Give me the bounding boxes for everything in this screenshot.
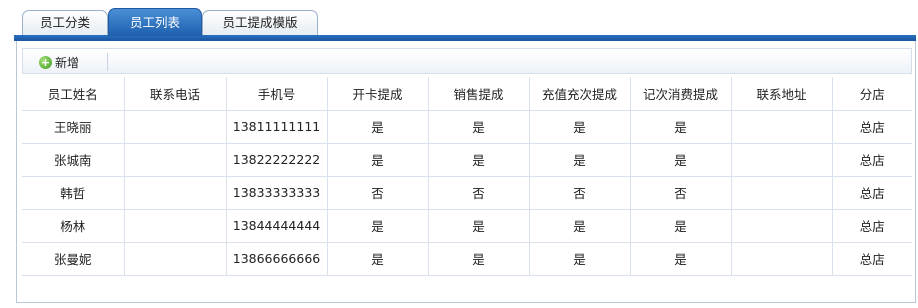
table-header-row: 员工姓名 联系电话 手机号 开卡提成 销售提成 充值充次提成 记次消费提成 联系地址 分店 [22, 77, 912, 111]
add-icon: + [39, 55, 52, 69]
content-panel: + 新增 员工姓名 联系电话 手机号 开卡提成 销售提成 充值充次提成 记次消费提成 联系地址… [16, 41, 916, 303]
add-button-label: 新增 [55, 55, 80, 70]
table-cell [124, 242, 227, 276]
table-row[interactable]: 王晓丽 13811111111 是是是是总店 [22, 110, 912, 144]
tab-employee-commission-template[interactable]: 员工提成模版 [202, 10, 318, 36]
table-cell: 是 [327, 209, 429, 243]
table-cell: 杨林 [22, 209, 125, 243]
column-header[interactable]: 开卡提成 [327, 77, 429, 111]
table-cell: 总店 [832, 143, 912, 177]
table-row[interactable]: 张城南 13822222222 是是是是总店 [22, 143, 912, 177]
table-cell: 否 [529, 176, 631, 210]
table-cell: 13822222222 [226, 143, 328, 177]
column-header[interactable]: 记次消费提成 [630, 77, 732, 111]
table-cell [124, 209, 227, 243]
table-cell: 张曼妮 [22, 242, 125, 276]
table-cell: 否 [428, 176, 530, 210]
add-button[interactable]: + 新增 [39, 53, 79, 71]
table-cell [731, 143, 833, 177]
table-cell: 是 [428, 143, 530, 177]
tab-employee-list[interactable]: 员工列表 [108, 8, 202, 36]
table-cell: 13844444444 [226, 209, 328, 243]
table-cell: 13811111111 [226, 110, 328, 144]
table-cell [124, 143, 227, 177]
table-cell: 张城南 [22, 143, 125, 177]
column-header[interactable]: 联系地址 [731, 77, 833, 111]
column-header[interactable]: 充值充次提成 [529, 77, 631, 111]
table-cell: 是 [529, 209, 631, 243]
toolbar-separator [107, 53, 108, 71]
table-cell: 韩哲 [22, 176, 125, 210]
column-header[interactable]: 分店 [832, 77, 912, 111]
table-cell [731, 242, 833, 276]
table-cell: 否 [327, 176, 429, 210]
table-cell: 是 [428, 209, 530, 243]
table-cell [124, 110, 227, 144]
table-cell: 是 [630, 242, 732, 276]
table-cell: 是 [529, 110, 631, 144]
table-cell: 是 [428, 242, 530, 276]
column-header[interactable]: 员工姓名 [22, 77, 125, 111]
table-cell: 是 [529, 242, 631, 276]
employee-table: 员工姓名 联系电话 手机号 开卡提成 销售提成 充值充次提成 记次消费提成 联系地址 分店 王晓… [22, 77, 912, 276]
tab-employee-category[interactable]: 员工分类 [22, 10, 108, 36]
table-cell [731, 209, 833, 243]
column-header[interactable]: 手机号 [226, 77, 328, 111]
table-cell [731, 176, 833, 210]
column-header[interactable]: 销售提成 [428, 77, 530, 111]
table-cell: 13866666666 [226, 242, 328, 276]
table-cell: 是 [327, 110, 429, 144]
table-cell: 总店 [832, 242, 912, 276]
column-header[interactable]: 联系电话 [124, 77, 227, 111]
table-cell: 是 [630, 209, 732, 243]
table-cell [124, 176, 227, 210]
table-cell: 是 [327, 242, 429, 276]
table-row[interactable]: 韩哲 13833333333 否否否否总店 [22, 176, 912, 210]
table-cell [731, 110, 833, 144]
table-cell: 总店 [832, 110, 912, 144]
toolbar: + 新增 [22, 48, 912, 74]
table-cell: 是 [529, 143, 631, 177]
table-cell: 是 [327, 143, 429, 177]
table-row[interactable]: 杨林 13844444444 是是是是总店 [22, 209, 912, 243]
table-cell: 是 [630, 110, 732, 144]
table-cell: 总店 [832, 176, 912, 210]
table-cell: 是 [630, 143, 732, 177]
table-cell: 王晓丽 [22, 110, 125, 144]
table-row[interactable]: 张曼妮 13866666666 是是是是总店 [22, 242, 912, 276]
table-cell: 13833333333 [226, 176, 328, 210]
tab-strip: 员工分类 员工提成模版 员工列表 [0, 0, 918, 36]
table-cell: 是 [428, 110, 530, 144]
table-cell: 总店 [832, 209, 912, 243]
table-cell: 否 [630, 176, 732, 210]
